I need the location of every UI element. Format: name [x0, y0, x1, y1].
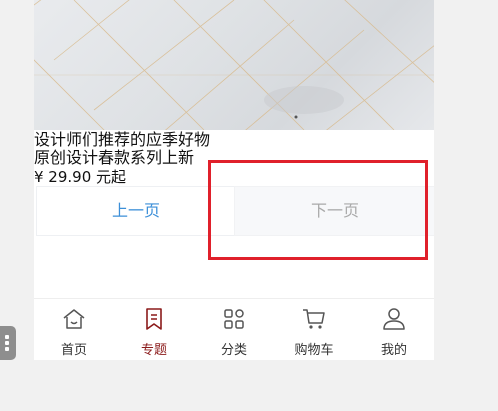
cart-icon	[303, 309, 325, 329]
prev-page-button[interactable]: 上一页	[36, 186, 236, 236]
tab-cart[interactable]: 购物车	[274, 299, 354, 360]
product-image[interactable]	[34, 0, 434, 130]
user-icon	[383, 308, 405, 330]
highlight-box	[208, 160, 428, 260]
bookmark-icon	[146, 308, 162, 330]
product-title-line2: 原创设计春款系列上新	[34, 148, 195, 167]
tab-home-label: 首页	[60, 343, 87, 358]
tab-profile-label: 我的	[380, 343, 407, 358]
tab-cart-label: 购物车	[294, 343, 334, 358]
tab-category[interactable]: 分类	[194, 299, 274, 360]
tab-topics[interactable]: 专题	[114, 299, 194, 360]
tab-category-label: 分类	[220, 343, 247, 358]
grid-icon	[224, 309, 244, 329]
fabric-pattern	[34, 0, 434, 130]
bottom-tab-bar: 首页 专题 分类 购物车 我的	[34, 298, 434, 360]
product-price: ¥ 29.90 元起	[34, 168, 127, 186]
home-icon	[63, 309, 85, 329]
tab-home[interactable]: 首页	[34, 299, 114, 360]
side-menu-handle[interactable]	[0, 326, 16, 360]
tab-topics-label: 专题	[140, 343, 167, 358]
product-title-line1: 设计师们推荐的应季好物	[34, 130, 211, 149]
tab-profile[interactable]: 我的	[354, 299, 434, 360]
